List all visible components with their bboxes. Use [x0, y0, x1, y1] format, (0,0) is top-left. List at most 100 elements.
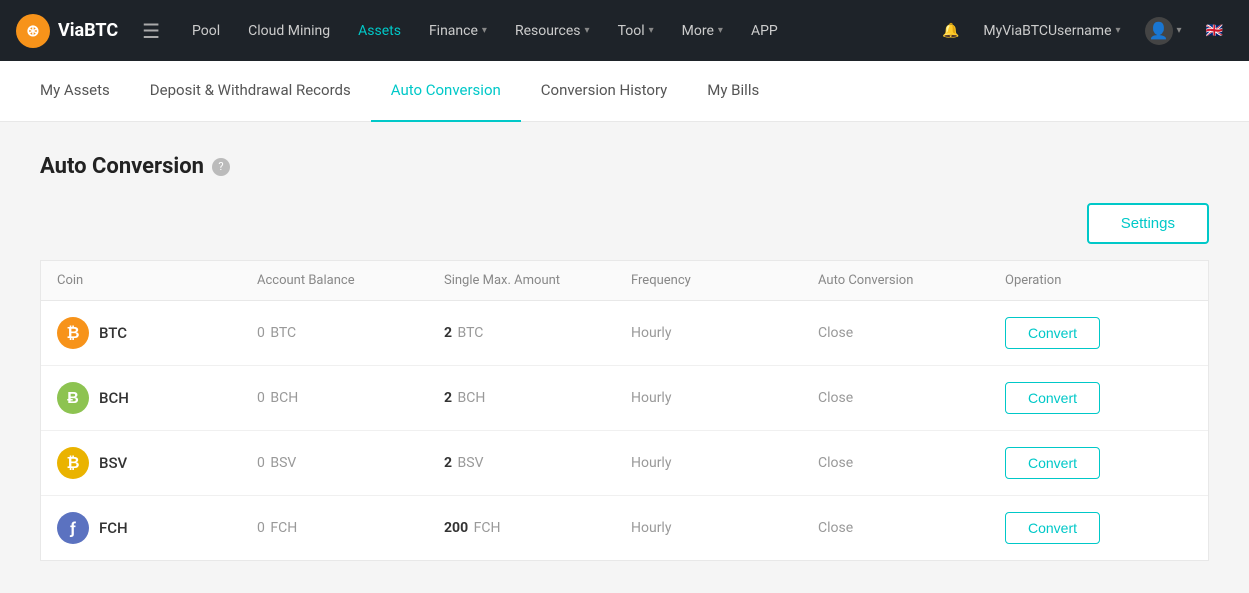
subnav-conversion-history[interactable]: Conversion History — [521, 61, 687, 122]
settings-button[interactable]: Settings — [1087, 203, 1209, 244]
nav-tool-arrow: ▾ — [649, 25, 654, 36]
convert-button-fch[interactable]: Convert — [1005, 512, 1100, 544]
language-selector[interactable]: 🇬🇧 — [1196, 0, 1233, 61]
amount-unit-bsv: BSV — [458, 455, 484, 471]
table-header: Coin Account Balance Single Max. Amount … — [41, 261, 1208, 301]
nav-resources[interactable]: Resources ▾ — [503, 0, 602, 61]
nav-finance-label: Finance — [429, 23, 478, 39]
flag-icon: 🇬🇧 — [1206, 23, 1223, 39]
freq-cell-bsv: Hourly — [631, 455, 818, 471]
coin-cell-bsv: ₿ BSV — [57, 447, 257, 479]
nav-cloud-mining-label: Cloud Mining — [248, 23, 330, 39]
subnav-deposit-withdrawal[interactable]: Deposit & Withdrawal Records — [130, 61, 371, 122]
op-cell-btc: Convert — [1005, 317, 1192, 349]
user-avatar[interactable]: 👤 ▾ — [1135, 0, 1192, 61]
nav-resources-label: Resources — [515, 23, 581, 39]
subnav-my-assets-label: My Assets — [40, 81, 110, 99]
subnav-deposit-withdrawal-label: Deposit & Withdrawal Records — [150, 81, 351, 99]
coin-name-btc: BTC — [99, 324, 127, 342]
subnav-my-assets[interactable]: My Assets — [40, 61, 130, 122]
col-header-operation: Operation — [1005, 273, 1192, 288]
nav-pool-label: Pool — [192, 23, 220, 39]
section-title: Auto Conversion — [40, 154, 204, 179]
col-header-amount: Single Max. Amount — [444, 273, 631, 288]
convert-button-bsv[interactable]: Convert — [1005, 447, 1100, 479]
convert-button-bch[interactable]: Convert — [1005, 382, 1100, 414]
freq-cell-bch: Hourly — [631, 390, 818, 406]
nav-cloud-mining[interactable]: Cloud Mining — [236, 0, 342, 61]
status-cell-btc: Close — [818, 325, 1005, 341]
balance-unit-fch: FCH — [270, 520, 297, 536]
amount-unit-fch: FCH — [474, 520, 501, 536]
nav-app-label: APP — [751, 23, 778, 39]
coin-cell-btc: ₿ BTC — [57, 317, 257, 349]
balance-num-bch: 0 — [257, 390, 265, 406]
nav-pool[interactable]: Pool — [180, 0, 232, 61]
bell-icon[interactable]: 🔔 — [932, 0, 969, 61]
nav-finance[interactable]: Finance ▾ — [417, 0, 499, 61]
op-cell-bch: Convert — [1005, 382, 1192, 414]
status-cell-bch: Close — [818, 390, 1005, 406]
subnav-conversion-history-label: Conversion History — [541, 81, 667, 99]
amount-num-btc: 2 — [444, 325, 452, 341]
op-cell-fch: Convert — [1005, 512, 1192, 544]
nav-assets-label: Assets — [358, 23, 401, 39]
status-cell-bsv: Close — [818, 455, 1005, 471]
user-arrow: ▾ — [1177, 25, 1182, 36]
coin-name-bch: BCH — [99, 389, 129, 407]
subnav-my-bills-label: My Bills — [707, 81, 759, 99]
balance-unit-bch: BCH — [270, 390, 298, 406]
nav-tool[interactable]: Tool ▾ — [606, 0, 666, 61]
freq-cell-fch: Hourly — [631, 520, 818, 536]
coin-name-bsv: BSV — [99, 454, 127, 472]
status-cell-fch: Close — [818, 520, 1005, 536]
logo-icon: ⊛ — [16, 14, 50, 48]
amount-num-bsv: 2 — [444, 455, 452, 471]
section-title-row: Auto Conversion ? — [40, 154, 1209, 179]
col-header-frequency: Frequency — [631, 273, 818, 288]
nav-more[interactable]: More ▾ — [670, 0, 735, 61]
balance-num-fch: 0 — [257, 520, 265, 536]
amount-unit-bch: BCH — [458, 390, 486, 406]
username-arrow: ▾ — [1116, 25, 1121, 36]
col-header-coin: Coin — [57, 273, 257, 288]
logo[interactable]: ⊛ ViaBTC — [16, 14, 118, 48]
logo-text: ViaBTC — [58, 20, 118, 41]
subnav-auto-conversion[interactable]: Auto Conversion — [371, 61, 521, 122]
subnav: My Assets Deposit & Withdrawal Records A… — [0, 61, 1249, 122]
balance-unit-bsv: BSV — [270, 455, 296, 471]
nav-finance-arrow: ▾ — [482, 25, 487, 36]
bsv-icon: ₿ — [57, 447, 89, 479]
balance-num-bsv: 0 — [257, 455, 265, 471]
fch-icon: ƒ — [57, 512, 89, 544]
nav-assets[interactable]: Assets — [346, 0, 413, 61]
balance-cell-fch: 0 FCH — [257, 520, 444, 536]
settings-row: Settings — [40, 203, 1209, 244]
username-menu[interactable]: MyViaBTCUsername ▾ — [973, 0, 1130, 61]
subnav-my-bills[interactable]: My Bills — [687, 61, 779, 122]
nav-more-label: More — [682, 23, 714, 39]
balance-cell-btc: 0 BTC — [257, 325, 444, 341]
navbar-right: 🔔 MyViaBTCUsername ▾ 👤 ▾ 🇬🇧 — [932, 0, 1233, 61]
data-table: Coin Account Balance Single Max. Amount … — [40, 260, 1209, 561]
convert-button-btc[interactable]: Convert — [1005, 317, 1100, 349]
op-cell-bsv: Convert — [1005, 447, 1192, 479]
amount-num-bch: 2 — [444, 390, 452, 406]
nav-more-arrow: ▾ — [718, 25, 723, 36]
nav-resources-arrow: ▾ — [585, 25, 590, 36]
amount-cell-fch: 200 FCH — [444, 520, 631, 536]
info-icon[interactable]: ? — [212, 158, 230, 176]
nav-tool-label: Tool — [618, 23, 645, 39]
table-row: ƒ FCH 0 FCH 200 FCH Hourly Close Convert — [41, 496, 1208, 560]
coin-name-fch: FCH — [99, 519, 128, 537]
table-row: Ƀ BCH 0 BCH 2 BCH Hourly Close Convert — [41, 366, 1208, 431]
bch-icon: Ƀ — [57, 382, 89, 414]
table-row: ₿ BTC 0 BTC 2 BTC Hourly Close Convert — [41, 301, 1208, 366]
amount-cell-bsv: 2 BSV — [444, 455, 631, 471]
hamburger-icon[interactable]: ☰ — [134, 15, 168, 47]
balance-cell-bch: 0 BCH — [257, 390, 444, 406]
main-content: Auto Conversion ? Settings Coin Account … — [0, 122, 1249, 593]
nav-app[interactable]: APP — [739, 0, 790, 61]
user-circle-icon: 👤 — [1145, 17, 1173, 45]
col-header-balance: Account Balance — [257, 273, 444, 288]
